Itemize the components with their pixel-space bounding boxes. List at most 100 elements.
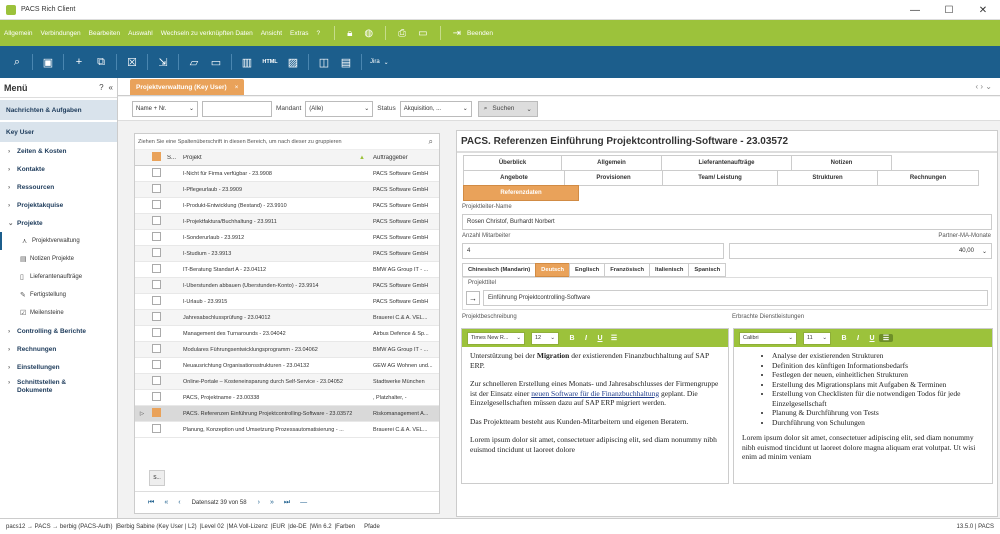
menu-verbindungen[interactable]: Verbindungen [41, 30, 81, 37]
tab-team-leistung[interactable]: Team/ Leistung [662, 170, 778, 186]
underline-button[interactable]: U [865, 335, 879, 342]
chart-icon[interactable]: ▥ [236, 56, 258, 69]
status-colors[interactable]: |Farben [335, 524, 356, 530]
leistungen-text[interactable]: Analyse der existierenden StrukturenDefi… [734, 347, 992, 475]
row-checkbox[interactable] [152, 376, 161, 385]
table-row[interactable]: Online-Portale – Kosteneinsparung durch … [135, 374, 439, 390]
table-row[interactable]: I-Nicht für Firma verfügbar - 23.9908 PAC… [135, 166, 439, 182]
row-checkbox[interactable] [152, 168, 161, 177]
tab-projektverwaltung[interactable]: Projektverwaltung (Key User) × [130, 79, 245, 95]
folder-open-icon[interactable]: ▱ [183, 56, 205, 69]
minimize-icon[interactable]: — [898, 0, 932, 20]
save-icon[interactable]: ▣ [37, 56, 59, 69]
table-row[interactable]: IT-Beratung Standart A - 23.04112 BMW AG … [135, 262, 439, 278]
sidebar-item-einstellungen[interactable]: › Einstellungen [0, 358, 117, 376]
sidebar-item-rechnungen[interactable]: › Rechnungen [0, 340, 117, 358]
search-icon[interactable]: ⌕ [6, 56, 28, 69]
bold-button[interactable]: B [837, 335, 851, 342]
close-icon[interactable]: × [235, 84, 239, 91]
prev-page-icon[interactable]: ‹ [178, 499, 180, 506]
row-checkbox[interactable] [152, 184, 161, 193]
first-page-icon[interactable]: ⏮ [148, 499, 154, 507]
next-page-fast-icon[interactable]: » [270, 499, 274, 506]
font-select[interactable]: Calibri ⌄ [739, 331, 797, 345]
menu-beenden[interactable]: Beenden [467, 30, 493, 37]
table-row[interactable]: I-Urlaub - 23.9915 PACS Software GmbH [135, 294, 439, 310]
status-paths[interactable]: Pfade [364, 524, 380, 530]
sidebar-item-fertigstellung[interactable]: ✎ Fertigstellung [0, 286, 117, 304]
list-icon[interactable]: ☰ [879, 334, 893, 342]
sidebar-item-projektakquise[interactable]: › Projektakquise [0, 196, 117, 214]
row-checkbox[interactable] [152, 360, 161, 369]
sidebar-keyuser[interactable]: Key User [0, 122, 117, 142]
monitor-icon[interactable]: ▭ [418, 28, 427, 39]
tab-notizen[interactable]: Notizen [791, 155, 892, 171]
projekttitel-input[interactable]: Einführung Projektcontrolling-Software [483, 290, 988, 306]
row-checkbox[interactable] [152, 280, 161, 289]
tab-lieferantenauftraege[interactable]: Lieferantenaufträge [661, 155, 792, 171]
sidebar-item-notizen[interactable]: ▤ Notizen Projekte [0, 250, 117, 268]
menu-help[interactable]: ? [316, 30, 320, 37]
split-view-icon[interactable]: ◫ [313, 56, 335, 69]
prev-page-fast-icon[interactable]: « [164, 499, 168, 506]
delete-icon[interactable]: ☒ [121, 56, 143, 69]
export-icon[interactable]: ⇲ [152, 56, 174, 69]
tab-angebote[interactable]: Angebote [463, 170, 565, 186]
chevron-down-icon[interactable]: ⌄ [384, 59, 389, 66]
italic-button[interactable]: I [579, 335, 593, 342]
tab-provisionen[interactable]: Provisionen [564, 170, 663, 186]
lock-icon[interactable]: 🔒︎ [347, 28, 352, 39]
row-checkbox[interactable] [152, 344, 161, 353]
row-checkbox[interactable] [152, 408, 161, 417]
folder-icon[interactable]: ▭ [205, 56, 227, 69]
tab-chinesisch[interactable]: Chinesisch (Mandarin) [462, 263, 537, 277]
collapse-icon[interactable]: « [109, 83, 113, 92]
tab-rechnungen[interactable]: Rechnungen [877, 170, 979, 186]
sidebar-nachrichten[interactable]: Nachrichten & Aufgaben [0, 100, 117, 120]
tab-italienisch[interactable]: Italienisch [649, 263, 690, 277]
row-checkbox[interactable] [152, 328, 161, 337]
col-s[interactable]: S... [167, 155, 179, 161]
tab-referenzdaten[interactable]: Referenzdaten [463, 185, 579, 201]
tab-spanisch[interactable]: Spanisch [688, 263, 727, 277]
col-projekt[interactable]: Projekt [179, 155, 359, 161]
tab-strukturen[interactable]: Strukturen [777, 170, 878, 186]
projektleiter-input[interactable]: Rosen Christof, Burhardt Norbert [462, 214, 992, 230]
row-checkbox[interactable] [152, 424, 161, 433]
tab-franzoesisch[interactable]: Französisch [604, 263, 651, 277]
menu-allgemein[interactable]: Allgemein [4, 30, 33, 37]
row-checkbox[interactable] [152, 200, 161, 209]
exit-icon[interactable]: ⇥ [453, 28, 461, 39]
globe-icon[interactable]: ◍ [364, 28, 373, 39]
bold-button[interactable]: B [565, 335, 579, 342]
pager-minus-icon[interactable]: — [300, 499, 307, 506]
search-icon[interactable]: ⌕ [429, 137, 433, 147]
search-button[interactable]: ⌕ Suchen ⌄ [477, 100, 538, 117]
table-row[interactable]: Neuausrichtung Organisationsstrukturen -… [135, 358, 439, 374]
row-checkbox[interactable] [152, 248, 161, 257]
image-icon[interactable]: ▨ [282, 56, 304, 69]
leistungen-editor[interactable]: Calibri⌄ 11⌄ B I U ☰ Analyse der existie… [733, 328, 993, 484]
arrow-right-icon[interactable]: → [466, 291, 480, 305]
row-checkbox[interactable] [152, 264, 161, 273]
table-row[interactable]: PACS, Projektname - 23.00338 , Platzhalte… [135, 390, 439, 406]
table-row[interactable]: Modulares Führungsentwicklungsprogramm -… [135, 342, 439, 358]
tab-allgemein[interactable]: Allgemein [561, 155, 662, 171]
menu-ansicht[interactable]: Ansicht [261, 30, 282, 37]
table-row[interactable]: I-Sonderurlaub - 23.9912 PACS Software Gm… [135, 230, 439, 246]
list-icon[interactable]: ☰ [607, 334, 621, 342]
sidebar-item-meilensteine[interactable]: ☑ Meilensteine [0, 304, 117, 322]
sidebar-item-ressourcen[interactable]: › Ressourcen [0, 178, 117, 196]
menu-wechseln[interactable]: Wechseln zu verknüpften Daten [161, 30, 253, 37]
sidebar-item-lieferanten[interactable]: ▯ Lieferantenaufträge [0, 268, 117, 286]
size-select[interactable]: 12 ⌄ [531, 331, 559, 345]
size-select[interactable]: 11 ⌄ [803, 331, 831, 345]
print-icon[interactable]: ⎙ [398, 28, 406, 39]
add-icon[interactable]: + [68, 56, 90, 68]
sidebar-item-controlling[interactable]: › Controlling & Berichte [0, 322, 117, 340]
sidebar-item-kontakte[interactable]: › Kontakte [0, 160, 117, 178]
maximize-icon[interactable]: ☐ [932, 0, 966, 20]
table-row[interactable]: Management des Turnarounds - 23.04042 Air… [135, 326, 439, 342]
filter-text-input[interactable] [202, 100, 272, 117]
row-checkbox[interactable] [152, 296, 161, 305]
